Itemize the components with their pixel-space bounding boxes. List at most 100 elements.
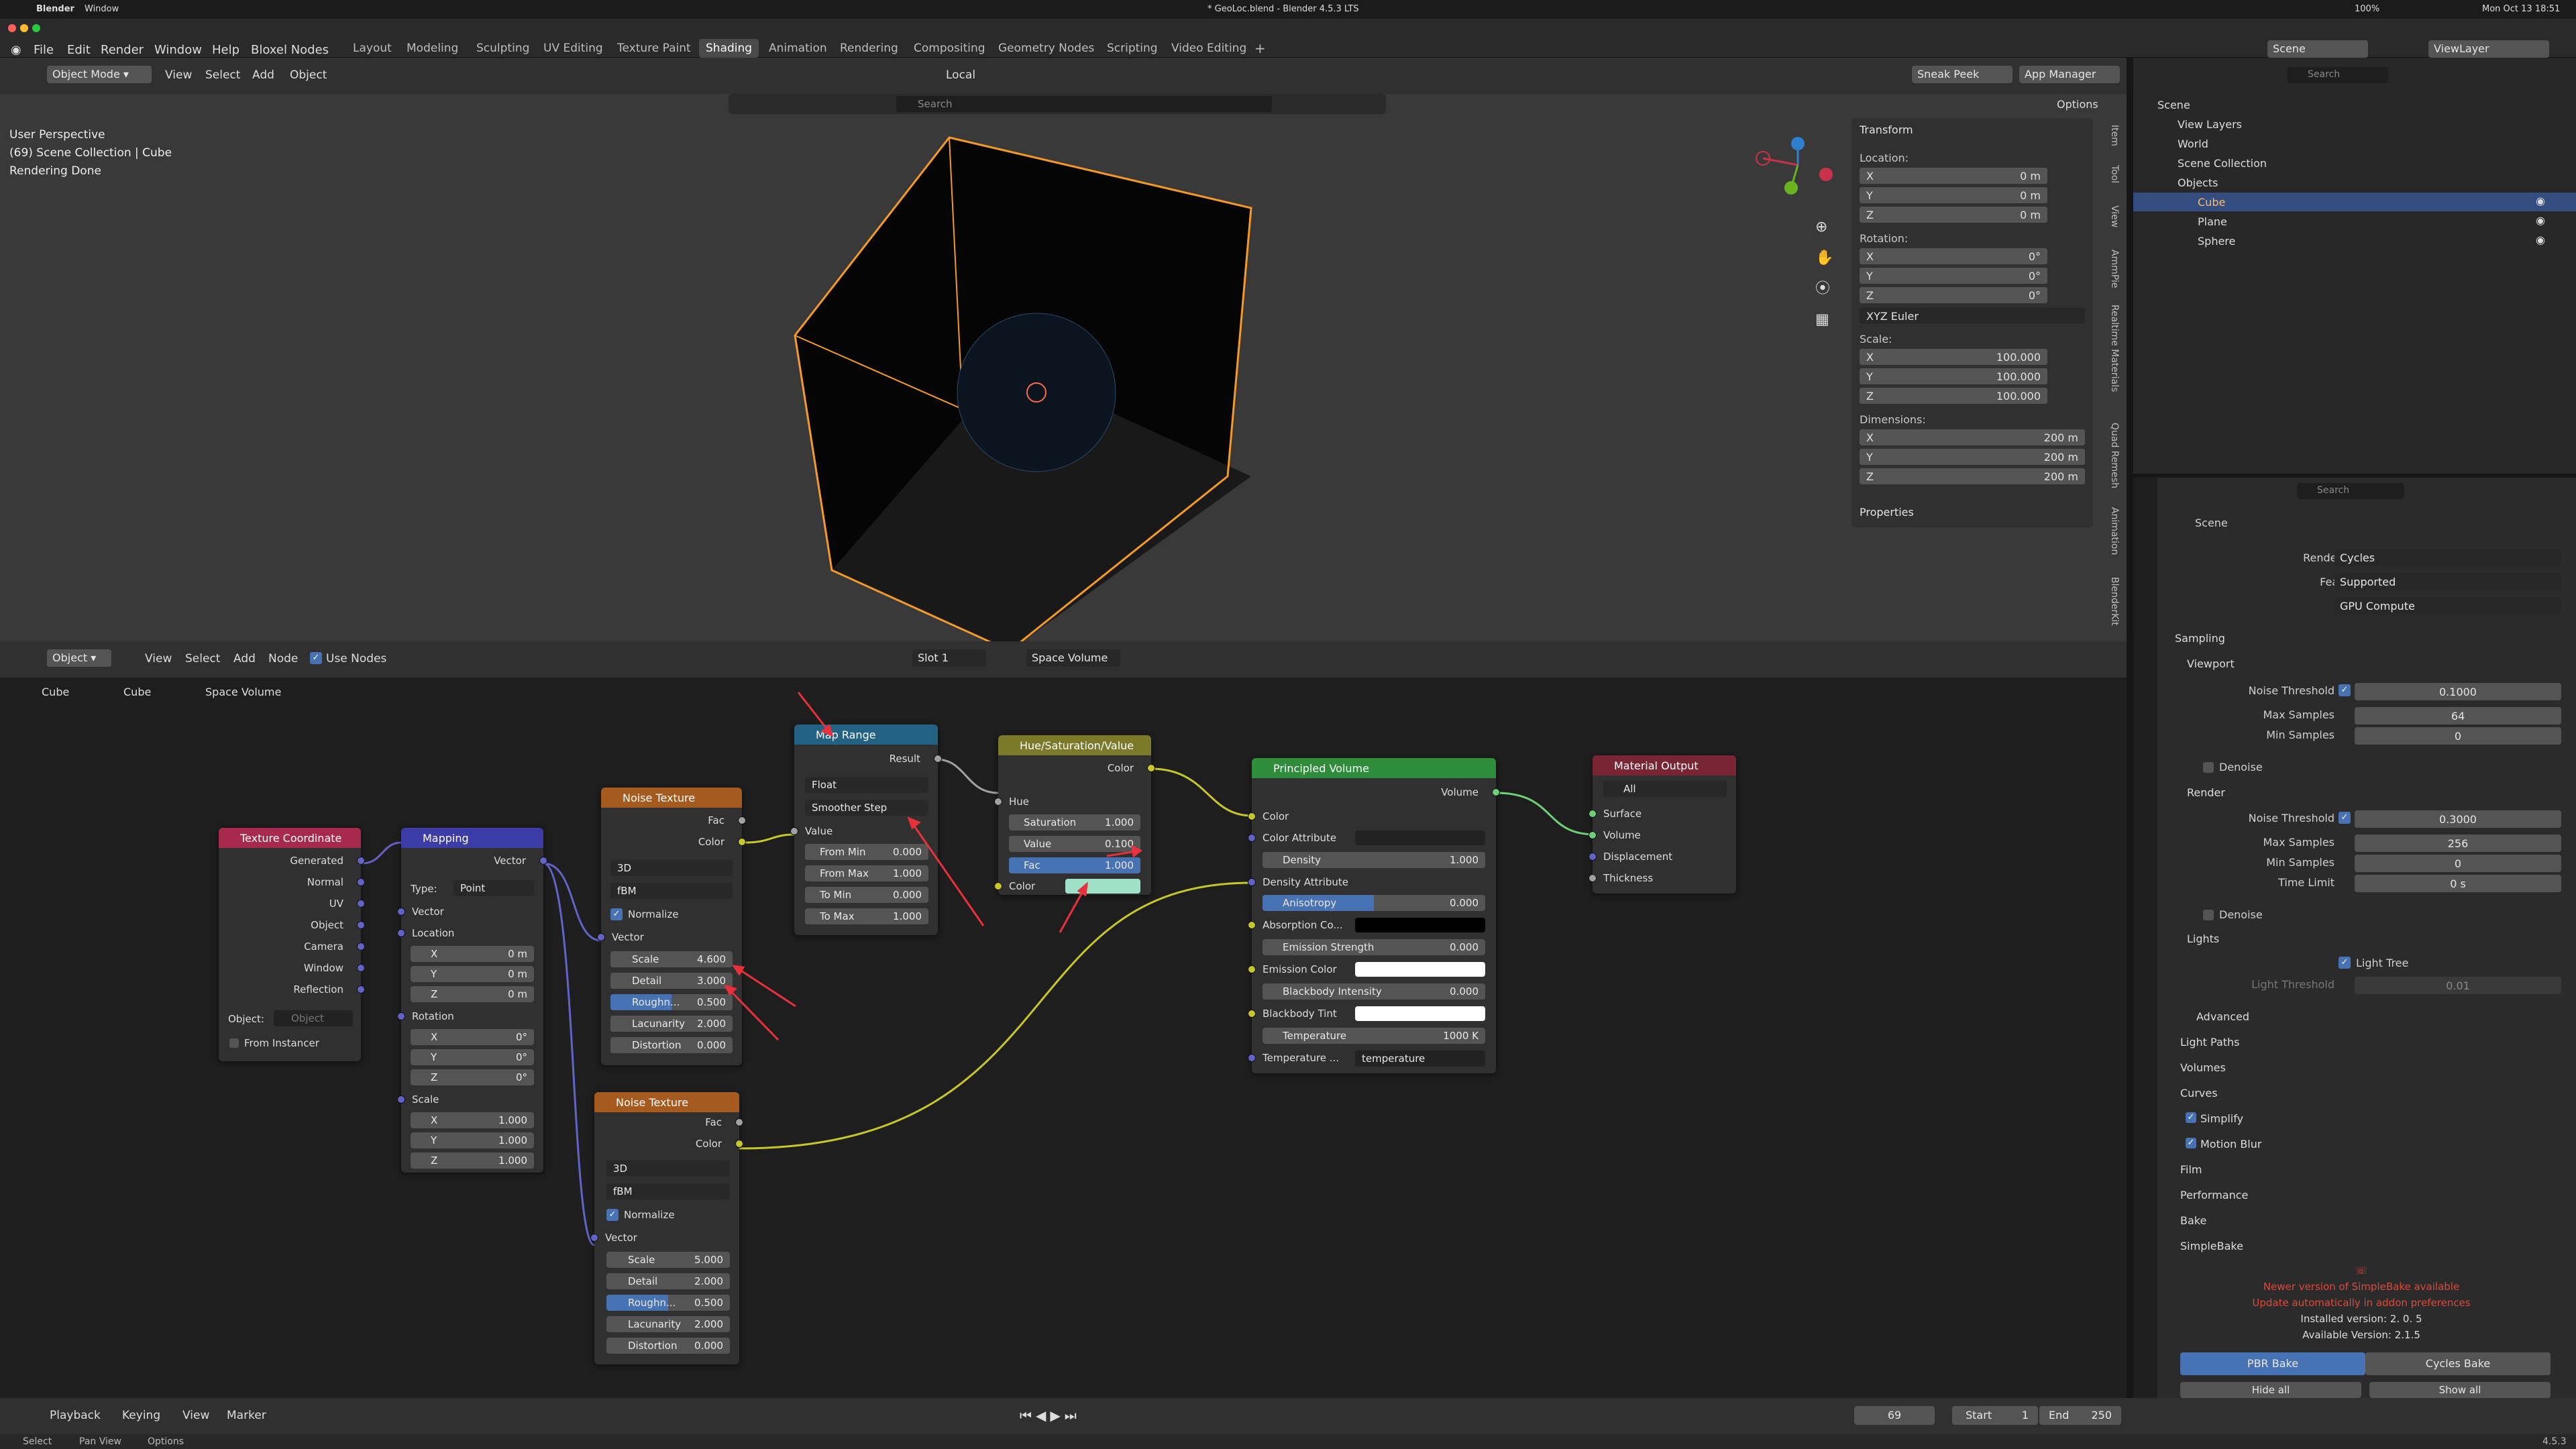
emission-color-swatch[interactable]: [1355, 962, 1485, 977]
node-noise-texture-2[interactable]: Noise Texture Fac Color 3D fBM ✓ Normali…: [590, 1092, 743, 1364]
menu-file[interactable]: File: [34, 43, 54, 57]
tab-sculpting[interactable]: Sculpting: [470, 39, 536, 58]
input-socket[interactable]: [397, 1095, 405, 1104]
motion-blur-checkbox[interactable]: ✓: [2186, 1138, 2196, 1148]
properties-subpanel[interactable]: Properties: [1860, 506, 1914, 519]
tab-scripting[interactable]: Scripting: [1100, 39, 1165, 58]
tab-modeling[interactable]: Modeling: [400, 39, 465, 58]
menu-bloxel-nodes[interactable]: Bloxel Nodes: [251, 43, 329, 57]
r-min-samples-field[interactable]: 0: [2355, 855, 2561, 872]
tab-rendering[interactable]: Rendering: [833, 39, 905, 58]
light-paths-panel[interactable]: Light Paths: [2180, 1036, 2240, 1049]
transform-orientation[interactable]: Local: [946, 68, 975, 82]
minimize-window-button[interactable]: [20, 24, 28, 32]
curves-panel[interactable]: Curves: [2180, 1087, 2218, 1099]
sidebar-tab-animation[interactable]: Animation: [2109, 507, 2120, 555]
r-noise-threshold-checkbox[interactable]: ✓: [2339, 812, 2351, 824]
output-socket[interactable]: [357, 985, 365, 994]
noise-lacunarity-field[interactable]: Lacunarity 2.000: [606, 1316, 730, 1332]
performance-panel[interactable]: Performance: [2180, 1189, 2248, 1201]
r-noise-threshold-field[interactable]: 0.3000: [2355, 810, 2561, 828]
rotation-z-field[interactable]: Z 0°: [1860, 287, 2047, 303]
current-frame-field[interactable]: 69: [1854, 1406, 1935, 1425]
node-title[interactable]: Texture Coordinate: [219, 828, 361, 848]
zoom-icon[interactable]: ⊕: [1815, 212, 1833, 243]
properties-search-input[interactable]: Search: [2297, 483, 2404, 499]
viewport-options[interactable]: Options: [2057, 98, 2098, 111]
absorption-color-swatch[interactable]: [1355, 918, 1485, 932]
emission-strength-field[interactable]: Emission Strength 0.000: [1263, 939, 1485, 955]
render-subpanel[interactable]: Render: [2187, 786, 2225, 799]
tab-geometry-nodes[interactable]: Geometry Nodes: [991, 39, 1101, 58]
gizmo-z-icon[interactable]: [1791, 137, 1805, 150]
blender-logo-icon[interactable]: ◉: [11, 43, 21, 57]
sidebar-tab-quad-remesh[interactable]: Quad Remesh: [2109, 423, 2120, 488]
sidebar-tab-realtime-materials[interactable]: Realtime Materials: [2109, 305, 2120, 392]
rotation-y-field[interactable]: Y 0°: [1860, 268, 2047, 284]
menu-help[interactable]: Help: [212, 43, 239, 57]
output-socket[interactable]: [539, 857, 547, 865]
outliner-item[interactable]: Objects: [2133, 173, 2576, 192]
tab-shading[interactable]: Shading: [699, 39, 759, 58]
viewport-menu-select[interactable]: Select: [205, 68, 240, 82]
vp-min-samples-field[interactable]: 0: [2355, 727, 2561, 745]
visibility-eye-icon[interactable]: ◉: [2536, 195, 2545, 207]
node-principled-volume[interactable]: Principled Volume Volume Color Color Att…: [1248, 758, 1500, 1073]
input-socket[interactable]: [1589, 874, 1597, 882]
tab-uv-editing[interactable]: UV Editing: [537, 39, 610, 58]
end-frame-field[interactable]: End 250: [2039, 1406, 2121, 1425]
start-frame-field[interactable]: Start 1: [1952, 1406, 2038, 1425]
tab-texture-paint[interactable]: Texture Paint: [610, 39, 698, 58]
sidebar-tab-view[interactable]: View: [2109, 205, 2120, 227]
r-max-samples-field[interactable]: 256: [2355, 835, 2561, 852]
mapping-loc-x[interactable]: X 0 m: [411, 946, 534, 962]
vp-noise-threshold-field[interactable]: 0.1000: [2355, 683, 2561, 700]
input-socket[interactable]: [1248, 1010, 1256, 1018]
outliner-item[interactable]: Sphere ◉: [2133, 231, 2576, 250]
outliner-item[interactable]: Scene Collection: [2133, 154, 2576, 172]
outliner-item[interactable]: View Layers: [2133, 115, 2576, 133]
input-socket[interactable]: [1248, 1054, 1256, 1062]
location-y-field[interactable]: Y 0 m: [1860, 187, 2047, 203]
viewport-menu-view[interactable]: View: [165, 68, 192, 82]
output-socket[interactable]: [357, 943, 365, 951]
motion-blur-panel[interactable]: Motion Blur: [2200, 1138, 2261, 1150]
output-socket[interactable]: [357, 964, 365, 972]
scale-x-field[interactable]: X 100.000: [1860, 349, 2047, 365]
sidebar-tab-blenderkit[interactable]: BlenderKit: [2109, 577, 2120, 626]
output-socket[interactable]: [357, 900, 365, 908]
input-socket[interactable]: [597, 933, 605, 941]
vp-max-samples-field[interactable]: 64: [2355, 707, 2561, 724]
mapping-type-dropdown[interactable]: Point: [453, 880, 534, 896]
object-mode-dropdown[interactable]: Object Mode ▾: [47, 66, 152, 83]
color-attribute-field[interactable]: [1355, 830, 1485, 845]
input-socket[interactable]: [1589, 853, 1597, 861]
scale-y-field[interactable]: Y 100.000: [1860, 368, 2047, 384]
input-socket[interactable]: [1589, 810, 1597, 818]
menu-render[interactable]: Render: [101, 43, 144, 57]
rotation-x-field[interactable]: X 0°: [1860, 248, 2047, 264]
vp-denoise-label[interactable]: Denoise: [2219, 761, 2263, 773]
light-threshold-field[interactable]: 0.01: [2355, 977, 2561, 994]
playback-controls[interactable]: ⏮◀▶⏭: [1020, 1407, 1081, 1424]
temperature-field[interactable]: Temperature 1000 K: [1263, 1028, 1485, 1044]
temperature-attribute-field[interactable]: temperature: [1355, 1051, 1485, 1067]
output-socket[interactable]: [357, 921, 365, 929]
mapping-scale-z[interactable]: Z 1.000: [411, 1152, 534, 1169]
render-engine-dropdown[interactable]: Cycles: [2334, 549, 2561, 566]
viewport-menu-object[interactable]: Object: [290, 68, 327, 82]
simplify-panel[interactable]: Simplify: [2200, 1112, 2243, 1125]
blackbody-intensity-field[interactable]: Blackbody Intensity 0.000: [1263, 983, 1485, 1000]
lights-subpanel[interactable]: Lights: [2187, 932, 2219, 945]
anisotropy-field[interactable]: Anisotropy 0.000: [1263, 895, 1485, 911]
visibility-eye-icon[interactable]: ◉: [2536, 214, 2545, 227]
simplify-checkbox[interactable]: ✓: [2186, 1112, 2196, 1123]
node-title[interactable]: Noise Texture: [594, 1092, 739, 1112]
location-z-field[interactable]: Z 0 m: [1860, 207, 2047, 223]
transform-panel-title[interactable]: Transform: [1860, 123, 1913, 136]
gizmo-neg-x-icon[interactable]: [1819, 168, 1833, 181]
sidebar-tab-tool[interactable]: Tool: [2109, 165, 2120, 183]
timeline-menu-playback[interactable]: Playback: [50, 1409, 101, 1422]
show-all-button[interactable]: Show all: [2369, 1382, 2551, 1398]
blackbody-tint-swatch[interactable]: [1355, 1006, 1485, 1021]
